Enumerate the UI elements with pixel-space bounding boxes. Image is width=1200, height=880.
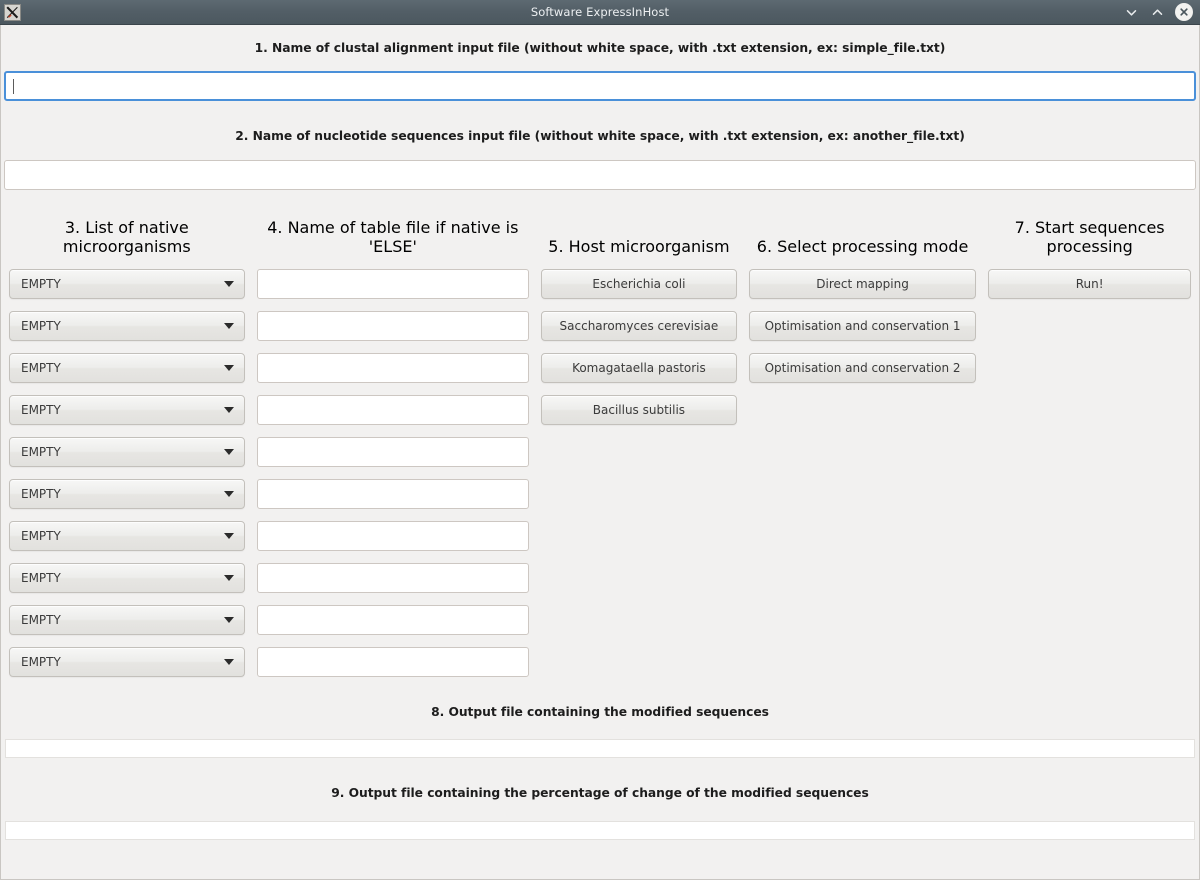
chevron-down-icon [223, 365, 234, 371]
chevron-down-icon [223, 449, 234, 455]
main-form: 1. Name of clustal alignment input file … [0, 25, 1200, 880]
output-sequences-row [1, 739, 1199, 758]
bottom-spacer [1, 840, 1199, 879]
dropdown-value: EMPTY [21, 613, 61, 627]
chevron-down-icon [223, 659, 234, 665]
header-native-microorganisms: 3. List of native microorganisms [62, 218, 191, 256]
native-microorganism-dropdown[interactable]: EMPTY [9, 647, 245, 677]
table-file-input[interactable] [256, 605, 530, 635]
nucleotide-input-label: 2. Name of nucleotide sequences input fi… [235, 129, 965, 143]
application-window: Software ExpressInHost 1. Name of clusta… [0, 0, 1200, 880]
start-processing-list: Run! [982, 269, 1197, 311]
table-file-input[interactable] [256, 647, 530, 677]
table-file-input[interactable] [256, 353, 530, 383]
minimize-button[interactable] [1123, 4, 1139, 20]
mode-button-optimisation-conservation-2[interactable]: Optimisation and conservation 2 [748, 353, 977, 383]
host-button-escherichia-coli[interactable]: Escherichia coli [541, 269, 737, 299]
chevron-down-icon [223, 323, 234, 329]
nucleotide-input-field[interactable] [4, 160, 1196, 190]
native-microorganism-dropdown[interactable]: EMPTY [9, 521, 245, 551]
dropdown-value: EMPTY [21, 403, 61, 417]
host-button-saccharomyces-cerevisiae[interactable]: Saccharomyces cerevisiae [541, 311, 737, 341]
dropdown-value: EMPTY [21, 655, 61, 669]
dropdown-value: EMPTY [21, 445, 61, 459]
x11-app-icon [4, 3, 21, 21]
clustal-input-label: 1. Name of clustal alignment input file … [254, 41, 946, 55]
chevron-down-icon [223, 491, 234, 497]
close-button[interactable] [1175, 3, 1193, 21]
output-sequences-label: 8. Output file containing the modified s… [431, 705, 769, 719]
header-processing-mode: 6. Select processing mode [756, 237, 969, 256]
table-file-input[interactable] [256, 479, 530, 509]
native-microorganism-dropdown[interactable]: EMPTY [9, 479, 245, 509]
dropdown-value: EMPTY [21, 487, 61, 501]
output-percentage-textarea[interactable] [5, 821, 1195, 840]
native-microorganism-dropdown[interactable]: EMPTY [9, 353, 245, 383]
table-file-list [251, 269, 536, 689]
native-microorganism-list: EMPTY EMPTY EMPTY EMPTY EMPTY EMPTY EMPT… [3, 269, 251, 689]
text-cursor [13, 78, 14, 94]
maximize-button[interactable] [1149, 4, 1165, 20]
chevron-down-icon [223, 575, 234, 581]
output-sequences-textarea[interactable] [5, 739, 1195, 758]
host-button-komagataella-pastoris[interactable]: Komagataella pastoris [541, 353, 737, 383]
nucleotide-input-row [1, 160, 1199, 190]
native-microorganism-dropdown[interactable]: EMPTY [9, 269, 245, 299]
mode-button-optimisation-conservation-1[interactable]: Optimisation and conservation 1 [748, 311, 977, 341]
header-host-microorganism: 5. Host microorganism [548, 237, 730, 256]
column-headers: 3. List of native microorganisms 4. Name… [1, 218, 1199, 256]
chevron-down-icon [223, 533, 234, 539]
native-microorganism-dropdown[interactable]: EMPTY [9, 311, 245, 341]
output-percentage-label: 9. Output file containing the percentage… [331, 786, 869, 800]
table-file-input[interactable] [256, 437, 530, 467]
chevron-down-icon [223, 617, 234, 623]
window-title: Software ExpressInHost [530, 5, 670, 19]
chevron-down-icon [223, 281, 234, 287]
clustal-input-field[interactable] [4, 71, 1196, 101]
native-microorganism-dropdown[interactable]: EMPTY [9, 605, 245, 635]
chevron-down-icon [223, 407, 234, 413]
table-file-input[interactable] [256, 311, 530, 341]
dropdown-value: EMPTY [21, 277, 61, 291]
dropdown-value: EMPTY [21, 319, 61, 333]
header-table-file: 4. Name of table file if native is 'ELSE… [267, 218, 519, 256]
window-controls [1123, 3, 1200, 21]
mode-button-direct-mapping[interactable]: Direct mapping [748, 269, 977, 299]
dropdown-value: EMPTY [21, 571, 61, 585]
run-button[interactable]: Run! [988, 269, 1191, 299]
native-microorganism-dropdown[interactable]: EMPTY [9, 395, 245, 425]
host-microorganism-list: Escherichia coli Saccharomyces cerevisia… [535, 269, 743, 437]
table-file-input[interactable] [256, 563, 530, 593]
native-microorganism-dropdown[interactable]: EMPTY [9, 563, 245, 593]
header-start-processing: 7. Start sequences processing [1014, 218, 1165, 256]
processing-mode-list: Direct mapping Optimisation and conserva… [743, 269, 983, 395]
host-button-bacillus-subtilis[interactable]: Bacillus subtilis [541, 395, 737, 425]
dropdown-value: EMPTY [21, 529, 61, 543]
title-bar[interactable]: Software ExpressInHost [0, 0, 1200, 25]
table-file-input[interactable] [256, 395, 530, 425]
controls-grid: EMPTY EMPTY EMPTY EMPTY EMPTY EMPTY EMPT… [1, 269, 1199, 689]
native-microorganism-dropdown[interactable]: EMPTY [9, 437, 245, 467]
table-file-input[interactable] [256, 521, 530, 551]
clustal-input-row [1, 71, 1199, 101]
output-percentage-row [1, 821, 1199, 840]
dropdown-value: EMPTY [21, 361, 61, 375]
table-file-input[interactable] [256, 269, 530, 299]
